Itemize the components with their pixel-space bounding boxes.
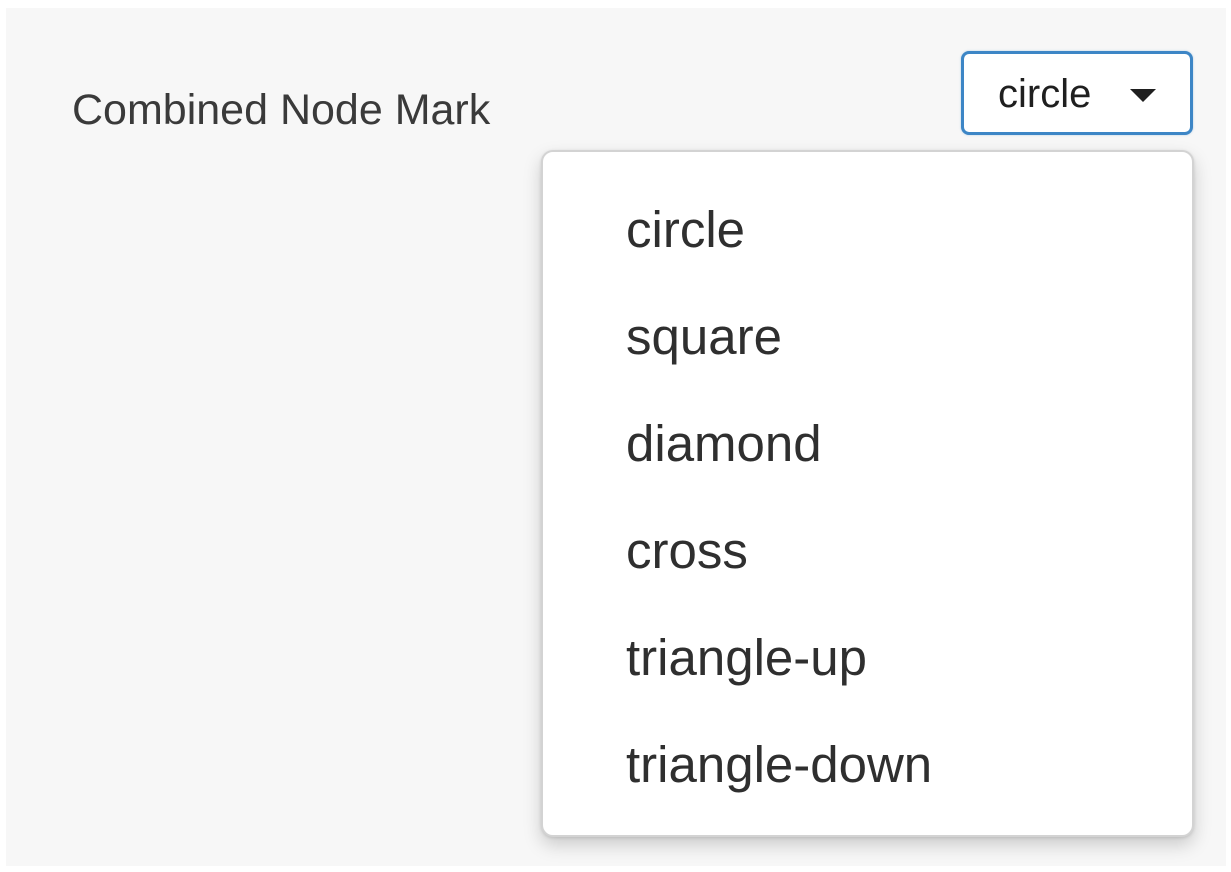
menu-option-triangle-down[interactable]: triangle-down [543,722,1192,829]
menu-option-triangle-up[interactable]: triangle-up [543,615,1192,722]
settings-panel: Combined Node Mark circle circle square … [6,8,1226,866]
node-mark-select[interactable]: circle [961,51,1193,135]
select-value: circle [998,72,1092,116]
menu-option-square[interactable]: square [543,294,1192,401]
menu-option-cross[interactable]: cross [543,508,1192,615]
menu-option-diamond[interactable]: diamond [543,401,1192,508]
combined-node-mark-label: Combined Node Mark [72,86,491,134]
node-mark-dropdown-menu: circle square diamond cross triangle-up … [541,150,1194,837]
menu-option-circle[interactable]: circle [543,187,1192,294]
menu-options-list: circle square diamond cross triangle-up … [543,187,1192,829]
caret-down-icon [1130,89,1156,102]
